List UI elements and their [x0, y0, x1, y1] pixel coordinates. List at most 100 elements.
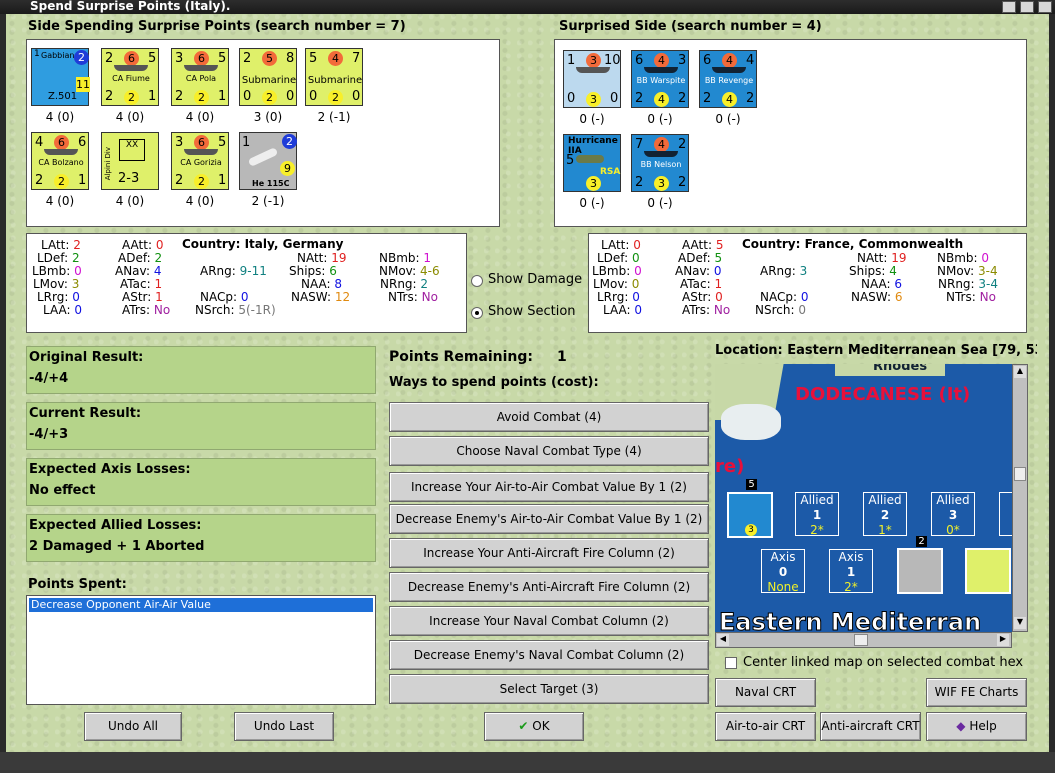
location-label: Location: Eastern Mediterranean Sea [79,…: [715, 343, 1037, 358]
show-damage-label[interactable]: Show Damage: [488, 272, 582, 287]
side-spending-heading: Side Spending Surprise Points (search nu…: [28, 19, 406, 34]
select-target-button[interactable]: Select Target (3): [389, 674, 709, 704]
plane-icon: [247, 147, 279, 167]
map-horizontal-scrollbar[interactable]: ◀ ▶: [715, 632, 1012, 648]
axis-box-0[interactable]: Axis 0 None: [761, 549, 805, 594]
list-item[interactable]: Decrease Opponent Air-Air Value: [29, 598, 373, 612]
anti-aircraft-crt-button[interactable]: Anti-aircraft CRT: [820, 712, 921, 741]
increase-naval-combat-button[interactable]: Increase Your Naval Combat Column (2): [389, 606, 709, 636]
show-section-radio[interactable]: [471, 307, 483, 319]
decrease-enemy-anti-aircraft-button[interactable]: Decrease Enemy's Anti-Aircraft Fire Colu…: [389, 572, 709, 602]
help-book-icon: ◆: [956, 719, 966, 733]
center-linked-checkbox[interactable]: [725, 657, 737, 669]
help-button[interactable]: ◆ Help: [926, 712, 1027, 741]
map-label-partial: re): [715, 456, 745, 477]
naval-crt-button[interactable]: Naval CRT: [715, 678, 816, 707]
axis-box-1[interactable]: Axis 1 2*: [829, 549, 873, 594]
unit-label: 4 (0): [185, 110, 215, 124]
map-stack-he115c[interactable]: [897, 548, 943, 594]
points-spent-title: Points Spent:: [28, 577, 127, 592]
unit-label: 4 (0): [45, 194, 75, 208]
unit-counter-submarine[interactable]: 2 5 8 Submarine 0 2 0: [239, 48, 297, 106]
unit-label: 0 (-): [647, 112, 673, 126]
current-result-box: Current Result: -4/+3: [26, 402, 376, 450]
plane-icon: [576, 155, 604, 163]
unit-counter-surprised-1[interactable]: 1 3 10 0 3 0: [563, 50, 621, 108]
choose-naval-combat-type-button[interactable]: Choose Naval Combat Type (4): [389, 436, 709, 466]
unit-label: 2 (-1): [317, 110, 351, 124]
scroll-up-icon: ▲: [1014, 366, 1026, 378]
axis-losses-box: Expected Axis Losses: No effect: [26, 458, 376, 506]
map-stack-submarine[interactable]: [965, 548, 1011, 594]
unit-counter-submarine-2[interactable]: 5 4 7 Submarine 0 2 0: [305, 48, 363, 106]
stack-count-badge: 2: [916, 536, 927, 547]
scroll-thumb: [854, 634, 868, 646]
title-bar: Spend Surprise Points (Italy).: [0, 0, 1055, 14]
scroll-thumb: [1014, 467, 1026, 481]
combat-map[interactable]: Rhodes DODECANESE (It) re) 5 3 Allied 1 2*…: [715, 364, 1012, 632]
unit-label: 3 (0): [253, 110, 283, 124]
undo-last-button[interactable]: Undo Last: [234, 712, 334, 741]
wif-fe-charts-button[interactable]: WIF FE Charts: [926, 678, 1027, 707]
allied-box-1[interactable]: Allied 1 2*: [795, 492, 839, 537]
ship-icon: [184, 149, 218, 155]
air-to-air-crt-button[interactable]: Air-to-air CRT: [715, 712, 816, 741]
decrease-enemy-air-to-air-button[interactable]: Decrease Enemy's Air-to-Air Combat Value…: [389, 504, 709, 534]
avoid-combat-button[interactable]: Avoid Combat (4): [389, 402, 709, 432]
unit-counter-ca-gorizia[interactable]: 3 6 5 CA Gorizia 2 2 1: [171, 132, 229, 190]
unit-label: 4 (0): [115, 110, 145, 124]
unit-counter-ca-pola[interactable]: 3 6 5 CA Pola 2 2 1: [171, 48, 229, 106]
unit-counter-bb-revenge[interactable]: 6 4 4 BB Revenge 2 4 2: [699, 50, 757, 108]
unit-label: 0 (-): [579, 196, 605, 210]
country-label: Country: Italy, Germany: [182, 237, 344, 251]
ship-icon: [712, 67, 746, 73]
unit-counter-alpini-div[interactable]: Alpini Div XX 2-3: [101, 132, 159, 190]
window-frame-right: [1049, 14, 1055, 764]
unit-label: 2 (-1): [251, 194, 285, 208]
window-title: Spend Surprise Points (Italy).: [30, 0, 231, 13]
ship-icon: [184, 65, 218, 71]
surprised-side-panel: 1 3 10 0 3 0 0 (-) 6 4 3 BB Warspite 2 4…: [554, 39, 1027, 227]
maximize-button[interactable]: [1020, 1, 1034, 13]
points-spent-list[interactable]: Decrease Opponent Air-Air Value: [26, 595, 376, 705]
checkmark-icon: ✔: [518, 719, 529, 733]
ship-icon: [44, 149, 78, 155]
window-frame-left: [0, 14, 6, 764]
island-area: [721, 404, 781, 440]
scroll-down-icon: ▼: [1014, 617, 1026, 629]
unit-label: 0 (-): [647, 196, 673, 210]
scroll-left-icon: ◀: [717, 634, 729, 646]
unit-counter-gabbiano[interactable]: 1 Gabbiano 2 11 Z.501: [31, 48, 90, 106]
increase-anti-aircraft-button[interactable]: Increase Your Anti-Aircraft Fire Column …: [389, 538, 709, 568]
map-vertical-scrollbar[interactable]: ▲ ▼: [1012, 364, 1028, 632]
unit-label: 4 (0): [185, 194, 215, 208]
increase-air-to-air-button[interactable]: Increase Your Air-to-Air Combat Value By…: [389, 472, 709, 502]
minimize-button[interactable]: [1002, 1, 1016, 13]
unit-counter-ca-bolzano[interactable]: 4 6 6 CA Bolzano 2 2 1: [31, 132, 89, 190]
allied-box-partial: [999, 492, 1012, 536]
map-label-rhodes: Rhodes: [873, 364, 928, 374]
unit-counter-bb-warspite[interactable]: 6 4 3 BB Warspite 2 4 2: [631, 50, 689, 108]
unit-label: 4 (0): [45, 110, 75, 124]
allied-box-2[interactable]: Allied 2 1*: [863, 492, 907, 537]
ok-button[interactable]: ✔ OK: [484, 712, 584, 741]
infantry-symbol-icon: XX: [119, 139, 145, 161]
unit-counter-he-115c[interactable]: 1 2 9 He 115C: [239, 132, 297, 190]
undo-all-button[interactable]: Undo All: [84, 712, 182, 741]
unit-counter-bb-nelson[interactable]: 7 4 2 BB Nelson 2 3 2: [631, 134, 689, 192]
scroll-right-icon: ▶: [997, 634, 1009, 646]
ship-icon: [644, 67, 678, 73]
unit-counter-ca-fiume[interactable]: 2 6 5 CA Fiume 2 2 1: [101, 48, 159, 106]
map-stack-hurricane[interactable]: 3: [727, 492, 773, 538]
unit-label: 0 (-): [715, 112, 741, 126]
ship-icon: [644, 151, 678, 157]
unit-counter-hurricane[interactable]: Hurricane IIA 5 RSA 3: [563, 134, 621, 192]
decrease-enemy-naval-combat-button[interactable]: Decrease Enemy's Naval Combat Column (2): [389, 640, 709, 670]
show-section-label[interactable]: Show Section: [488, 304, 576, 319]
allied-box-3[interactable]: Allied 3 0*: [931, 492, 975, 537]
center-linked-label[interactable]: Center linked map on selected combat hex: [743, 655, 1023, 670]
close-button[interactable]: [1038, 1, 1052, 13]
show-damage-radio[interactable]: [471, 275, 483, 287]
stats-panel-left: LAtt: 2 LDef: 2 LBmb: 0 LMov: 3 LRrg: 0 …: [26, 233, 467, 333]
side-spending-panel: 1 Gabbiano 2 11 Z.501 4 (0) 2 6 5 CA Fiu…: [26, 39, 500, 227]
